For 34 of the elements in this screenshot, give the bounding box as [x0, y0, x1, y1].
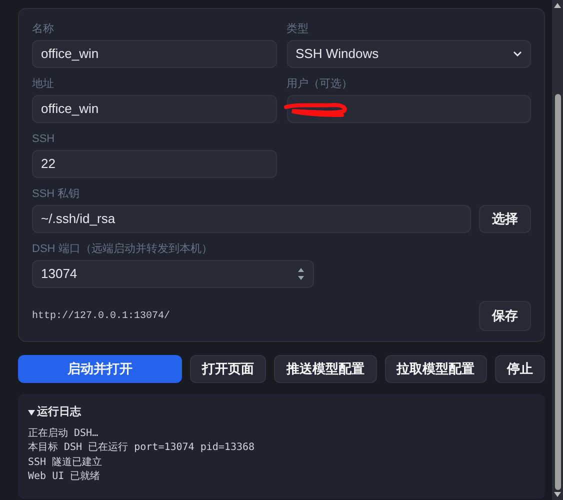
log-title: 运行日志	[37, 404, 81, 420]
input-field[interactable]: ~/.ssh/id_rsa	[32, 205, 471, 233]
save-button[interactable]: 保存	[479, 301, 531, 331]
input-field[interactable]: 22	[32, 150, 276, 178]
action-button[interactable]: 推送模型配置	[274, 355, 376, 383]
url-text: http://127.0.0.1:13074/	[32, 310, 170, 324]
field-label: 类型	[286, 22, 310, 36]
scroll-down-icon[interactable]	[554, 492, 561, 497]
spinner-arrows-icon	[297, 267, 305, 281]
field-label: SSH	[32, 132, 56, 146]
action-button[interactable]: 停止	[494, 355, 545, 383]
field-label: SSH 私钥	[32, 187, 81, 201]
log-line: SSH 隧道已建立	[28, 456, 104, 470]
field-label: 名称	[32, 22, 55, 36]
number-field[interactable]: 13074	[32, 260, 314, 288]
log-line: 本目标 DSH 已在运行 port=13074 pid=13368	[28, 441, 256, 455]
action-button[interactable]: 启动并打开	[18, 355, 182, 383]
action-button[interactable]: 打开页面	[190, 355, 266, 383]
action-button[interactable]: 拉取模型配置	[384, 355, 487, 383]
log-line: 正在启动 DSH…	[28, 426, 100, 440]
field-label: 地址	[32, 77, 55, 91]
log-line: Web UI 已就绪	[28, 470, 102, 484]
field-label: 用户（可选）	[286, 77, 354, 91]
scroll-up-icon[interactable]	[554, 3, 561, 8]
input-field[interactable]: office_win	[32, 40, 276, 68]
input-field[interactable]: office_win	[32, 95, 276, 123]
field-label: DSH 端口（远端启动并转发到本机）	[32, 242, 214, 256]
chevron-down-icon	[513, 51, 522, 57]
toggle-triangle-icon	[28, 408, 35, 416]
scrollbar-thumb[interactable]	[554, 94, 560, 490]
input-field[interactable]	[286, 95, 531, 123]
log-toggle[interactable]: 运行日志	[28, 404, 535, 420]
choose-button[interactable]: 选择	[479, 205, 531, 233]
select-field[interactable]: SSH Windows	[286, 40, 531, 68]
